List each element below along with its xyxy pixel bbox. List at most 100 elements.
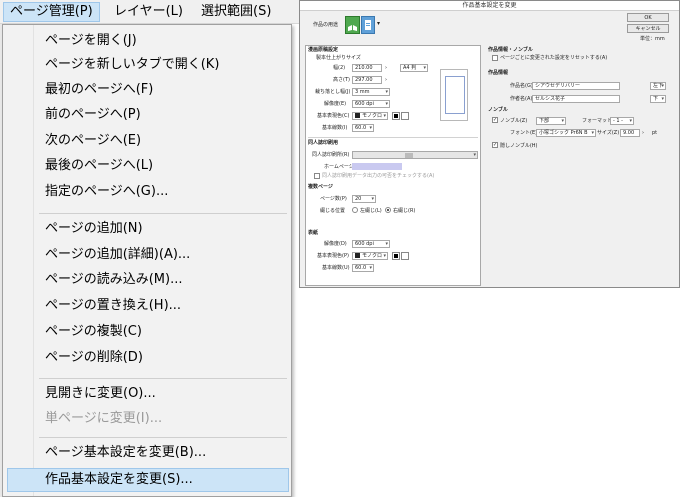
menu-item-last-page[interactable]: 最後のページへ(L) xyxy=(7,154,289,178)
reset-checkbox[interactable] xyxy=(492,55,498,61)
height-input[interactable]: 297.00 xyxy=(352,76,382,84)
title-input[interactable]: シアウセデリバリー xyxy=(532,82,620,90)
dialog-title: 作品基本設定を変更 xyxy=(300,1,679,11)
menu-separator xyxy=(39,213,287,214)
menu-item-delete-page[interactable]: ページの削除(D) xyxy=(7,346,289,370)
open-book-icon xyxy=(348,25,357,31)
hidden-nombre-label: 隠しノンブル(H) xyxy=(500,143,538,149)
cover-swatch-white[interactable] xyxy=(401,252,409,260)
menu-bar: ページ管理(P) レイヤー(L) 選択範囲(S) xyxy=(0,0,300,24)
menu-page-management[interactable]: ページ管理(P) xyxy=(3,2,100,22)
format-select[interactable]: - 1 - xyxy=(610,117,634,125)
width-input[interactable]: 210.00 xyxy=(352,64,382,72)
cover-color-label: 基本表現色(P) xyxy=(317,253,349,259)
menu-item-goto-page[interactable]: 指定のページへ(G)... xyxy=(7,180,289,204)
cover-line-label: 基本線数(U) xyxy=(322,265,350,271)
nombre-section-title: ノンブル xyxy=(488,107,508,113)
color-swatch-white[interactable] xyxy=(401,112,409,120)
size-label: サイズ(Z) xyxy=(597,130,620,136)
left-binding-radio[interactable] xyxy=(352,207,358,213)
nombre-position-select[interactable]: 下部 xyxy=(536,117,566,125)
nombre-label: ノンブル(Z) xyxy=(500,118,528,124)
font-label: フォント(E) xyxy=(510,130,538,136)
menu-item-first-page[interactable]: 最初のページへ(F) xyxy=(7,78,289,102)
menu-separator xyxy=(39,378,287,379)
page-preview xyxy=(440,69,468,121)
color-swatch-black[interactable] xyxy=(392,112,400,120)
font-select[interactable]: 小塚ゴシック Pr6N B xyxy=(536,129,596,137)
size-input[interactable]: 9.00 xyxy=(620,129,640,137)
binding-section-title: 漫画原稿設定 xyxy=(308,47,339,53)
menu-item-import-page[interactable]: ページの読み込み(M)... xyxy=(7,268,289,292)
line-label: 基本線数(I) xyxy=(322,125,348,131)
hidden-nombre-checkbox[interactable]: ✓ xyxy=(492,142,498,148)
cover-resolution-select[interactable]: 600 dpi xyxy=(352,240,390,248)
work-info-title: 作品情報 xyxy=(488,70,509,76)
doujin-check-label: 同人誌印刷用データ出力の可否をチェックする(A) xyxy=(322,173,435,179)
cover-swatch-black[interactable] xyxy=(392,252,400,260)
ok-button[interactable]: OK xyxy=(627,13,669,22)
cover-section-title: 表紙 xyxy=(308,230,319,236)
nombre-checkbox[interactable]: ✓ xyxy=(492,117,498,123)
page-management-dropdown: ページを開く(J) ページを新しいタブで開く(K) 最初のページへ(F) 前のペ… xyxy=(2,24,292,497)
menu-item-add-page[interactable]: ページの追加(N) xyxy=(7,217,289,241)
doujin-section-title: 同人誌印刷用 xyxy=(308,140,339,146)
binding-position-label: 綴じる位置 xyxy=(320,208,346,214)
homepage-label: ホームページ xyxy=(324,164,354,170)
spread-section-title: 複数ページ xyxy=(308,184,333,190)
homepage-link[interactable] xyxy=(352,163,402,170)
menu-item-page-settings[interactable]: ページ基本設定を変更(B)... xyxy=(7,441,289,465)
manga-use-button[interactable] xyxy=(345,16,360,34)
chevron-down-icon[interactable]: ▾ xyxy=(377,21,380,27)
cover-color-select[interactable]: モノクロ xyxy=(352,252,388,260)
author-label: 作者名(A) xyxy=(510,96,533,102)
color-select[interactable]: モノクロ xyxy=(352,112,388,120)
height-stepper[interactable]: › xyxy=(385,77,387,83)
line-select[interactable]: 60.0 xyxy=(352,124,374,132)
illustration-use-button[interactable] xyxy=(361,16,375,34)
unit-label: 単位：mm xyxy=(640,36,665,42)
printer-label: 同人誌印刷所(R) xyxy=(312,152,350,158)
pages-label: ページ数(P) xyxy=(320,196,347,202)
section-divider xyxy=(308,137,478,138)
menu-item-duplicate-page[interactable]: ページの複製(C) xyxy=(7,320,289,344)
author-position-select[interactable]: 下 xyxy=(650,95,666,103)
menu-item-next-page[interactable]: 次のページへ(E) xyxy=(7,129,289,153)
resolution-select[interactable]: 600 dpi xyxy=(352,100,390,108)
menu-layer[interactable]: レイヤー(L) xyxy=(108,2,189,22)
right-binding-radio[interactable] xyxy=(385,207,391,213)
title-position-select[interactable]: 左下 xyxy=(650,82,666,90)
screen: ページ管理(P) レイヤー(L) 選択範囲(S) ページを開く(J) ページを新… xyxy=(0,0,680,497)
menu-item-change-to-spread[interactable]: 見開きに変更(O)... xyxy=(7,382,289,406)
cancel-button[interactable]: キャンセル xyxy=(627,24,669,33)
bleed-select[interactable]: 3 mm xyxy=(352,88,390,96)
paper-size-select[interactable]: A4 判 xyxy=(400,64,428,72)
menu-item-previous-page[interactable]: 前のページへ(P) xyxy=(7,103,289,127)
reset-label: ページごとに変更された設定をリセットする(A) xyxy=(500,55,608,61)
size-unit: pt xyxy=(652,130,658,136)
doujin-check-checkbox[interactable] xyxy=(314,173,320,179)
printer-select[interactable] xyxy=(352,151,478,159)
author-input[interactable]: セルシス花子 xyxy=(532,95,620,103)
work-use-label: 作品の用途 xyxy=(313,22,339,28)
width-stepper[interactable]: › xyxy=(385,65,387,71)
height-label: 高さ(T) xyxy=(333,77,350,83)
size-stepper[interactable]: › xyxy=(642,130,644,136)
menu-item-open-page[interactable]: ページを開く(J) xyxy=(7,29,289,53)
document-icon xyxy=(365,20,371,30)
color-label: 基本表現色(C) xyxy=(317,113,350,119)
pages-select[interactable]: 20 xyxy=(352,195,376,203)
title-label: 作品名(G) xyxy=(510,83,533,89)
width-label: 幅(2) xyxy=(333,65,346,71)
format-label: フォーマット xyxy=(582,118,613,124)
finish-size-label: 製本仕上がりサイズ xyxy=(316,55,361,61)
menu-item-work-settings[interactable]: 作品基本設定を変更(S)... xyxy=(7,468,289,492)
left-binding-label: 左綴じ(L) xyxy=(360,208,382,214)
menu-item-add-page-detail[interactable]: ページの追加(詳細)(A)... xyxy=(7,243,289,267)
cover-line-select[interactable]: 60.0 xyxy=(352,264,374,272)
menu-item-open-page-new-tab[interactable]: ページを新しいタブで開く(K) xyxy=(7,53,289,77)
work-settings-dialog: 作品基本設定を変更 作品の用途 ▾ OK キャンセル 単位：mm 漫画原稿設定 … xyxy=(299,0,680,288)
menu-item-replace-page[interactable]: ページの置き換え(H)... xyxy=(7,294,289,318)
menu-item-change-to-single: 単ページに変更(I)... xyxy=(45,411,163,426)
menu-selection[interactable]: 選択範囲(S) xyxy=(195,2,277,22)
